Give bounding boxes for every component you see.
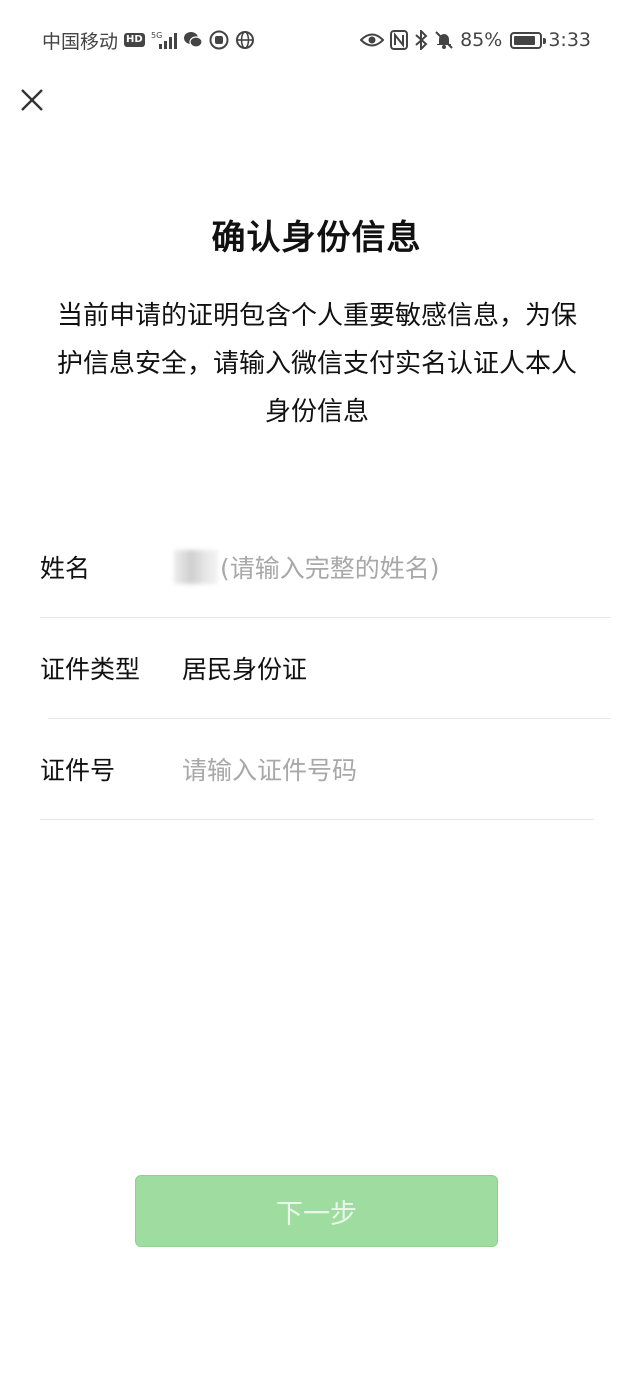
network-label: 5G: [151, 31, 162, 40]
hand-shield-icon: [209, 30, 229, 50]
hd-icon: HD: [124, 33, 145, 47]
name-placeholder: (请输入完整的姓名): [220, 554, 440, 583]
bluetooth-icon: [414, 30, 428, 50]
wechat-icon: [183, 31, 203, 49]
status-bar: 中国移动 HD 5G 85% 3:33: [0, 0, 633, 80]
status-left: 中国移动 HD 5G: [42, 27, 255, 54]
id-number-input[interactable]: 请输入证件号码: [182, 751, 357, 787]
carrier-label: 中国移动: [42, 30, 119, 53]
bell-muted-icon: [434, 30, 454, 50]
name-input[interactable]: (请输入完整的姓名): [174, 549, 440, 585]
masked-name: [174, 550, 218, 584]
name-label: 姓名: [40, 554, 91, 583]
id-type-value[interactable]: 居民身份证: [182, 650, 307, 686]
battery-fill: [514, 35, 535, 45]
close-button[interactable]: [14, 82, 50, 118]
id-number-label: 证件号: [40, 756, 116, 785]
eye-icon: [360, 31, 385, 49]
id-type-label: 证件类型: [40, 655, 141, 684]
page-title: 确认身份信息: [211, 218, 422, 258]
name-row[interactable]: 姓名 (请输入完整的姓名): [40, 517, 610, 617]
battery-percent: 85%: [460, 29, 503, 51]
close-icon: [21, 89, 43, 111]
screen: 中国移动 HD 5G 85% 3:33 确认身份信息 当前申请的证明包含个人重要…: [0, 0, 633, 1400]
status-right: 85% 3:33: [360, 29, 591, 51]
next-button[interactable]: 下一步: [135, 1175, 498, 1247]
globe-icon: [235, 30, 255, 50]
id-type-row[interactable]: 证件类型 居民身份证: [40, 618, 610, 718]
page-description: 当前申请的证明包含个人重要敏感信息，为保护信息安全，请输入微信支付实名认证人本人…: [56, 301, 577, 427]
signal-icon: 5G: [151, 30, 177, 50]
clock: 3:33: [548, 29, 591, 51]
id-number-row[interactable]: 证件号 请输入证件号码: [40, 719, 610, 819]
battery-icon: [510, 31, 547, 49]
nfc-icon: [390, 30, 409, 50]
divider: [40, 819, 594, 820]
